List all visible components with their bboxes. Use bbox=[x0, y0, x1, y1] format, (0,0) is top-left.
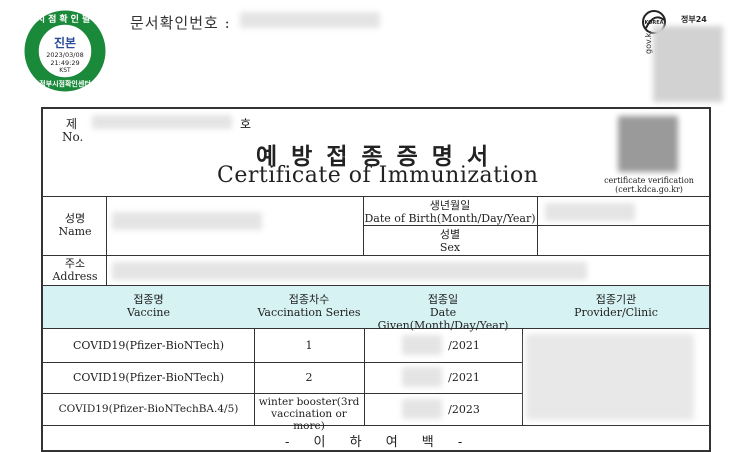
column-vaccine-en: Vaccine bbox=[127, 306, 170, 319]
verification-note: certificate verification (cert.kdca.go.k… bbox=[591, 176, 707, 194]
name-label-en: Name bbox=[58, 225, 92, 238]
verification-line-2: (cert.kdca.go.kr) bbox=[615, 185, 683, 194]
stamp-date: 2023/03/08 bbox=[46, 51, 83, 59]
column-date-ko: 접종일 bbox=[427, 293, 459, 306]
row1-date-redacted bbox=[402, 335, 442, 355]
verification-stamp: 시점확인필 진본 2023/03/08 21:49:29 KST 정부시점확인센… bbox=[24, 10, 106, 92]
divider bbox=[43, 393, 523, 394]
column-date-en: Date Given(Month/Day/Year) bbox=[377, 306, 509, 332]
divider bbox=[43, 425, 710, 426]
address-redacted bbox=[112, 262, 587, 280]
stamp-timezone: KST bbox=[59, 67, 71, 74]
sex-label: 성별 Sex bbox=[363, 228, 537, 254]
divider bbox=[43, 196, 710, 197]
column-header-series: 접종차수 Vaccination Series bbox=[254, 293, 364, 319]
name-label-ko: 성명 bbox=[64, 212, 86, 225]
gov24-brand: 정부24 bbox=[681, 15, 707, 24]
row2-date: /2021 bbox=[448, 371, 480, 384]
address-label: 주소 Address bbox=[44, 257, 106, 283]
column-series-ko: 접종차수 bbox=[288, 293, 330, 306]
sex-label-en: Sex bbox=[439, 241, 461, 254]
gov-kr-text: gov.kr bbox=[644, 29, 653, 54]
divider bbox=[106, 196, 107, 255]
divider bbox=[106, 255, 107, 285]
address-label-ko: 주소 bbox=[64, 257, 86, 270]
column-header-date: 접종일 Date Given(Month/Day/Year) bbox=[364, 293, 522, 332]
column-header-vaccine: 접종명 Vaccine bbox=[43, 293, 254, 319]
dob-redacted bbox=[545, 203, 635, 221]
divider bbox=[537, 196, 538, 255]
name-label: 성명 Name bbox=[44, 212, 106, 238]
cert-number-label-en: No. bbox=[62, 130, 84, 144]
stamp-bottom-text: 정부시점확인센터 bbox=[39, 79, 91, 88]
name-redacted bbox=[112, 212, 262, 230]
row1-vaccine: COVID19(Pfizer-BioNTech) bbox=[72, 339, 225, 352]
row2-series: 2 bbox=[305, 371, 313, 384]
row1-series: 1 bbox=[305, 339, 313, 352]
row3-series-line2: vaccination or more) bbox=[271, 408, 347, 432]
column-series-en: Vaccination Series bbox=[257, 306, 361, 319]
provider-redacted bbox=[526, 334, 694, 420]
dob-label-ko: 생년월일 bbox=[429, 199, 471, 212]
row3-vaccine: COVID19(Pfizer-BioNTechBA.4/5) bbox=[58, 403, 239, 415]
stamp-center-label: 진본 bbox=[54, 35, 76, 50]
row2-date-redacted bbox=[402, 367, 442, 387]
column-vaccine-ko: 접종명 bbox=[133, 293, 164, 306]
row3-series-line1: winter booster(3rd bbox=[258, 396, 360, 408]
row1-date: /2021 bbox=[448, 339, 480, 352]
row3-date: /2023 bbox=[448, 403, 480, 416]
cert-number-suffix: 호 bbox=[240, 117, 252, 131]
end-of-list-marker: - 이 하 여 백 - bbox=[285, 435, 473, 450]
dob-label: 생년월일 Date of Birth(Month/Day/Year) bbox=[363, 199, 537, 225]
row3-date-redacted bbox=[402, 399, 442, 419]
column-provider-en: Provider/Clinic bbox=[574, 306, 658, 319]
certificate-title-english: Certificate of Immunization bbox=[217, 163, 539, 188]
verification-qr-redacted bbox=[618, 116, 678, 172]
column-header-provider: 접종기관 Provider/Clinic bbox=[522, 293, 710, 319]
qr-code-redacted bbox=[653, 26, 723, 102]
column-provider-ko: 접종기관 bbox=[595, 293, 637, 306]
document-number-redacted bbox=[240, 12, 380, 28]
document-number-label: 문서확인번호 : bbox=[130, 14, 231, 32]
sex-label-ko: 성별 bbox=[439, 228, 461, 241]
row3-series: winter booster(3rd vaccination or more) bbox=[254, 396, 364, 432]
divider bbox=[43, 362, 523, 363]
dob-label-en: Date of Birth(Month/Day/Year) bbox=[364, 212, 536, 225]
row2-vaccine: COVID19(Pfizer-BioNTech) bbox=[72, 371, 225, 384]
stamp-time: 21:49:29 bbox=[50, 59, 79, 67]
verification-line-1: certificate verification bbox=[604, 176, 694, 185]
stamp-top-text: 시점확인필 bbox=[37, 13, 93, 25]
address-label-en: Address bbox=[52, 270, 98, 283]
cert-number-redacted bbox=[92, 115, 232, 129]
divider bbox=[43, 255, 710, 256]
